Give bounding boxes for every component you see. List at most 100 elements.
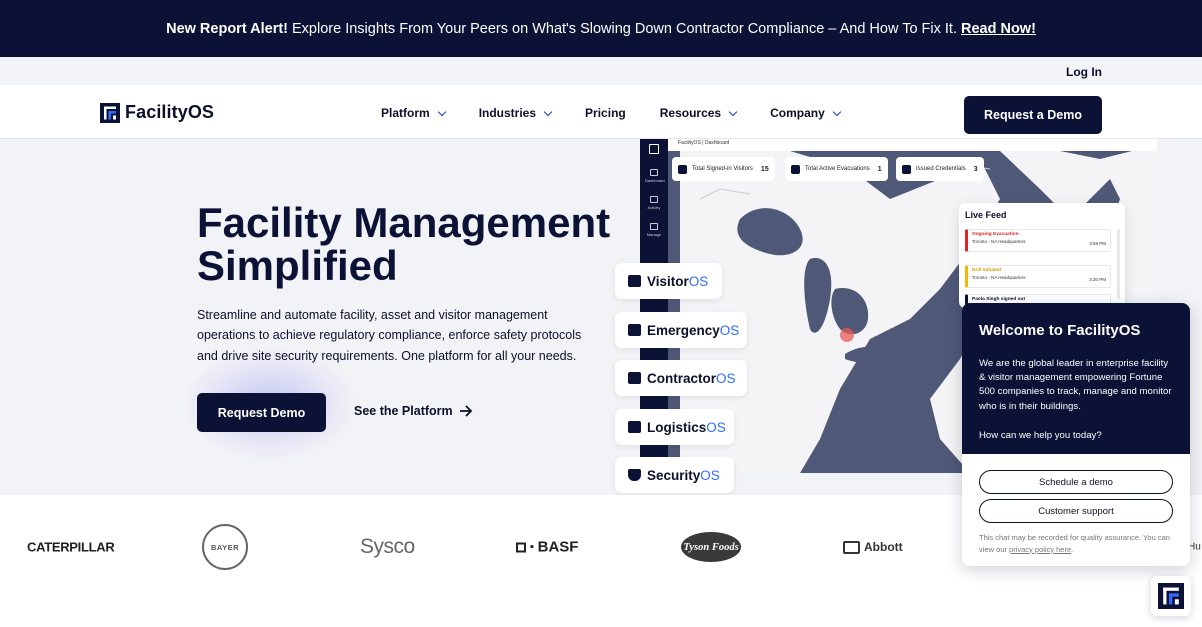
request-demo-button[interactable]: Request Demo [197, 393, 326, 432]
logo-basf: ■ BASF [516, 539, 578, 556]
dashboard-sidebar-label: Manage [646, 232, 662, 237]
brand-logo[interactable]: FacilityOS [100, 102, 214, 123]
product-name: EmergencyOS [647, 323, 739, 338]
product-pill-contractor[interactable]: ContractorOS [615, 360, 747, 396]
nav-item-industries[interactable]: Industries [478, 106, 553, 120]
hero-description: Streamline and automate facility, asset … [197, 308, 582, 363]
emergency-alarm-icon [628, 324, 641, 336]
logo-text: FacilityOS [125, 102, 215, 122]
stat-card: Total Signed-in Visitors 15 [672, 157, 775, 181]
nav-item-platform[interactable]: Platform [381, 106, 446, 120]
product-suffix: OS [706, 419, 726, 435]
product-name: ContractorOS [647, 371, 736, 386]
chevron-down-icon [832, 107, 842, 116]
dashboard-sidebar-label: Dashboard [645, 178, 665, 183]
product-pill-security[interactable]: SecurityOS [615, 457, 734, 493]
chat-privacy-note: This chat may be recorded for quality as… [979, 532, 1179, 555]
logo-bayer: BAYER [202, 524, 248, 570]
product-suffix: OS [688, 273, 709, 289]
nav-item-label: Platform [381, 106, 430, 120]
stat-value: 1 [877, 165, 882, 173]
read-now-link[interactable]: Read Now! [961, 21, 1036, 37]
hero-title-line2: Simplified [197, 242, 398, 289]
chat-body: We are the global leader in enterprise f… [979, 358, 1172, 412]
feed-item-title: Ongoing Evacuation [972, 232, 1019, 237]
nav-item-label: Industries [478, 106, 537, 120]
activity-icon [650, 196, 658, 203]
nav-links: Platform Industries Pricing Resources Co… [381, 106, 874, 120]
nav-item-resources[interactable]: Resources [660, 106, 738, 120]
feed-scrollbar[interactable] [1117, 229, 1120, 299]
stat-value: 15 [760, 165, 769, 173]
abbott-text: Abbott [864, 540, 903, 554]
hardhat-icon [628, 372, 641, 384]
dashboard-breadcrumb: FacilityOS | Dashboard [678, 140, 730, 146]
live-feed-title: Live Feed [965, 210, 1007, 220]
feed-item-title: Drill Initiated [972, 268, 1002, 273]
logo-abbott: Abbott [843, 540, 903, 554]
feed-item-time: 3:30 PM [1089, 277, 1106, 282]
chevron-down-icon [437, 107, 446, 116]
feed-item-location: Toronto - NA Headquarters [972, 275, 1026, 280]
basf-mark-icon [516, 542, 526, 552]
chat-widget: Welcome to FacilityOS We are the global … [962, 303, 1190, 566]
shield-icon [628, 469, 641, 481]
chat-title: Welcome to FacilityOS [979, 322, 1141, 339]
dashboard-sidebar-item[interactable]: Activity [645, 196, 663, 210]
nav-item-company[interactable]: Company [770, 106, 842, 120]
utility-bar: Log In [0, 57, 1202, 85]
abbott-mark-icon [843, 540, 860, 554]
chat-note-suffix: . [1071, 544, 1074, 554]
see-platform-label: See the Platform [354, 404, 453, 418]
credentials-icon [902, 164, 911, 174]
dashboard-sidebar-label: Activity [647, 205, 661, 210]
dashboard-sidebar-item[interactable]: Manage [645, 223, 663, 237]
product-name: VisitorOS [647, 274, 708, 289]
live-feed-card: Live Feed Ongoing Evacuation Toronto - N… [959, 203, 1125, 308]
chevron-down-icon [728, 107, 738, 116]
nav-item-pricing[interactable]: Pricing [585, 106, 626, 120]
facilityos-logo-icon [100, 102, 120, 123]
request-demo-nav-button[interactable]: Request a Demo [964, 96, 1102, 134]
stat-value: 3 [973, 165, 978, 173]
stat-label: Issued Credentials [916, 166, 966, 172]
feed-item: Ongoing Evacuation Toronto - NA Headquar… [965, 229, 1111, 252]
schedule-demo-button[interactable]: Schedule a demo [979, 470, 1173, 494]
product-name-text: Emergency [647, 322, 720, 338]
product-name-text: Logistics [647, 419, 707, 435]
privacy-policy-link[interactable]: privacy policy here [1009, 545, 1071, 554]
facilityos-logo-icon [1158, 583, 1184, 609]
logo-sysco: Sysco [360, 535, 415, 558]
announcement-bold: New Report Alert! [166, 20, 289, 37]
stat-card: Total Active Evacuations 1 [785, 157, 888, 181]
product-name-text: Contractor [647, 370, 717, 386]
chat-launcher-button[interactable] [1151, 576, 1191, 616]
visitor-badge-icon [628, 275, 641, 287]
feed-item-location: Toronto - NA Headquarters [972, 239, 1026, 244]
chevron-down-icon [543, 107, 553, 116]
product-pill-logistics[interactable]: LogisticsOS [615, 409, 734, 445]
hero-title: Facility Management Simplified [197, 201, 617, 287]
dashboard-sidebar-item[interactable]: Dashboard [645, 169, 665, 183]
arrow-right-icon [459, 405, 472, 417]
product-pill-emergency[interactable]: EmergencyOS [615, 312, 747, 348]
product-name-text: Visitor [647, 273, 689, 289]
product-suffix: OS [716, 370, 736, 386]
visitors-icon [678, 164, 687, 174]
login-link[interactable]: Log In [1066, 65, 1102, 79]
chat-header: Welcome to FacilityOS We are the global … [962, 303, 1190, 454]
main-nav: FacilityOS Platform Industries Pricing R… [0, 85, 1202, 139]
basf-text: BASF [537, 538, 579, 556]
see-platform-link[interactable]: See the Platform [354, 404, 473, 418]
product-name: SecurityOS [647, 468, 720, 483]
customer-support-button[interactable]: Customer support [979, 499, 1173, 523]
announcement-text: Explore Insights From Your Peers on What… [292, 20, 957, 37]
stat-label: Total Active Evacuations [805, 166, 870, 172]
stat-label: Total Signed-in Visitors [692, 166, 753, 172]
product-suffix: OS [719, 322, 740, 338]
chat-note-prefix: This chat may be recorded for quality as… [979, 533, 1170, 554]
chat-question: How can we help you today? [979, 429, 1102, 441]
stat-card: Issued Credentials 3 [896, 157, 984, 181]
logo-tyson: Tyson Foods [681, 532, 741, 562]
product-pill-visitor[interactable]: VisitorOS [615, 263, 722, 299]
